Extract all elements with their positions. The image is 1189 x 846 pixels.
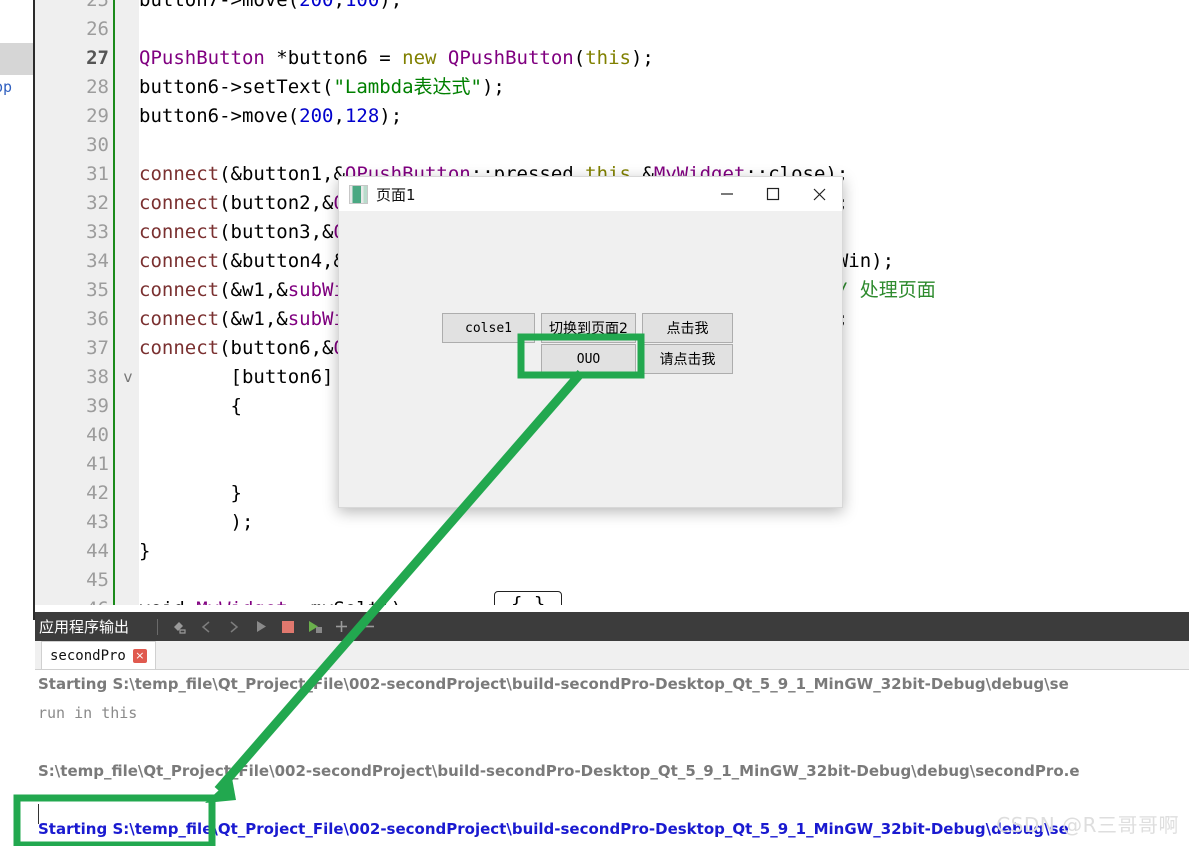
output-toolbar: [157, 617, 378, 636]
line-number: 41: [86, 453, 109, 475]
qt-app-icon: [349, 184, 368, 204]
fold-marker[interactable]: [117, 392, 139, 421]
ouo-button[interactable]: OUO: [541, 344, 636, 374]
output-tab-label: secondPro: [50, 647, 126, 664]
click-me-button[interactable]: 点击我: [642, 313, 733, 343]
line-number: 39: [86, 395, 109, 417]
line-number: 26: [86, 18, 109, 40]
qt-dialog-title: 页面1: [376, 185, 416, 204]
sidebar-filename-label: pp: [0, 78, 13, 96]
line-number: 42: [86, 482, 109, 504]
toolbar-separator: [157, 618, 159, 635]
line-number: 40: [86, 424, 109, 446]
fold-marker[interactable]: v: [117, 363, 139, 392]
close-icon[interactable]: [796, 177, 842, 211]
fold-marker[interactable]: [117, 334, 139, 363]
fold-marker[interactable]: [117, 218, 139, 247]
code-line[interactable]: [139, 15, 936, 44]
switch-to-page2-button[interactable]: 切换到页面2: [541, 313, 636, 343]
line-number: 34: [86, 250, 109, 272]
line-number-column: 25 26 27 28 29 30 31 32 33 34 35 36 37 38 39 40 41 42 43 44…: [35, 0, 109, 605]
line-number: 36: [86, 308, 109, 330]
fold-marker[interactable]: [117, 44, 139, 73]
fold-marker[interactable]: [117, 0, 139, 15]
line-number: 29: [86, 105, 109, 127]
fold-marker[interactable]: [117, 160, 139, 189]
fold-marker[interactable]: [117, 247, 139, 276]
line-number: 35: [86, 279, 109, 301]
editor-modified-marker: [113, 0, 115, 605]
fold-marker[interactable]: [117, 131, 139, 160]
output-pane-title: 应用程序输出: [39, 618, 130, 636]
rerun-icon[interactable]: [305, 617, 324, 636]
fold-marker[interactable]: [117, 276, 139, 305]
output-log-line: [35, 728, 1189, 757]
run-icon[interactable]: [251, 617, 270, 636]
previous-icon[interactable]: [197, 617, 216, 636]
output-log-line: run in this: [38, 704, 138, 722]
code-line[interactable]: QPushButton *button6 = new QPushButton(t…: [139, 44, 936, 73]
fold-marker[interactable]: [117, 537, 139, 566]
output-log-line: Starting S:\temp_file\Qt_Project_File\00…: [38, 675, 1069, 693]
code-line[interactable]: }: [139, 537, 936, 566]
code-line[interactable]: [139, 131, 936, 160]
qt-dialog-body: colse1 切换到页面2 点击我 OUO 请点击我: [339, 211, 842, 507]
output-tab-secondpro[interactable]: secondPro ×: [41, 641, 156, 669]
zoom-in-icon[interactable]: [332, 617, 351, 636]
line-number: 44: [86, 540, 109, 562]
sidebar-selected-row[interactable]: [0, 43, 33, 75]
line-number: 31: [86, 163, 109, 185]
fold-marker[interactable]: [117, 479, 139, 508]
qt-dialog-titlebar[interactable]: 页面1: [339, 177, 842, 211]
fold-marker[interactable]: [117, 450, 139, 479]
line-number: 27: [86, 47, 109, 69]
stop-icon[interactable]: [278, 617, 297, 636]
qt-dialog-window[interactable]: 页面1 colse1 切换到页面2 点击我 OUO 请点击我: [338, 176, 843, 508]
line-number: 46: [35, 595, 109, 605]
tab-close-icon[interactable]: ×: [132, 648, 147, 663]
fold-marker[interactable]: >: [117, 595, 139, 605]
screenshot-root: pp 25 26 27 28 29 30 31 32 33 34 35 36 37 38 39 40 41 42 4…: [0, 0, 1189, 846]
fold-ellipsis-badge[interactable]: { }: [494, 591, 563, 605]
line-number: 32: [86, 192, 109, 214]
line-number: 37: [86, 337, 109, 359]
left-sidebar-strip: pp: [0, 0, 35, 620]
minimize-icon[interactable]: [704, 177, 750, 211]
fold-marker[interactable]: [117, 15, 139, 44]
please-click-me-button[interactable]: 请点击我: [642, 344, 733, 374]
output-tab-bar: secondPro ×: [35, 641, 1189, 670]
line-number: 30: [86, 134, 109, 156]
maximize-icon[interactable]: [750, 177, 796, 211]
next-icon[interactable]: [224, 617, 243, 636]
fold-marker[interactable]: [117, 73, 139, 102]
csdn-watermark: CSDN @R三哥哥啊: [996, 813, 1179, 837]
fold-markers[interactable]: v>: [117, 0, 139, 605]
line-number: 25: [86, 0, 109, 11]
output-text-caret: [38, 804, 39, 824]
code-line[interactable]: button6->setText("Lambda表达式");: [139, 73, 936, 102]
fold-marker[interactable]: [117, 566, 139, 595]
line-number: 45: [86, 569, 109, 591]
code-line[interactable]: button7->move(200,100);: [139, 0, 936, 15]
code-line[interactable]: button6->move(200,128);: [139, 102, 936, 131]
fold-marker[interactable]: [117, 189, 139, 218]
window-controls: [704, 177, 842, 211]
clear-icon[interactable]: [170, 617, 189, 636]
fold-marker[interactable]: [117, 421, 139, 450]
code-line[interactable]: );: [139, 508, 936, 537]
line-number: 33: [86, 221, 109, 243]
colse1-button[interactable]: colse1: [442, 313, 535, 343]
fold-marker[interactable]: [117, 102, 139, 131]
zoom-out-icon[interactable]: [359, 617, 378, 636]
output-pane-header: 应用程序输出: [35, 612, 1189, 641]
line-number: 43: [86, 511, 109, 533]
line-number: 38: [86, 366, 109, 388]
line-number: 28: [86, 76, 109, 98]
fold-marker[interactable]: [117, 508, 139, 537]
fold-marker[interactable]: [117, 305, 139, 334]
output-log-line: S:\temp_file\Qt_Project_File\002-secondP…: [38, 762, 1080, 780]
